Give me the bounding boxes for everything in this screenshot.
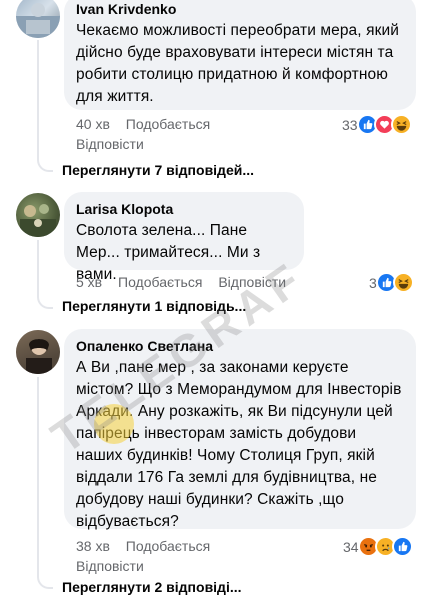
comment-actions: 38 хв Подобається xyxy=(76,537,222,555)
thread-line xyxy=(37,40,39,158)
avatar[interactable] xyxy=(16,0,60,38)
avatar-photo-icon xyxy=(20,204,56,237)
comment-bubble: Larisa Klopota Сволота зелена... Пане Ме… xyxy=(64,192,304,283)
like-button[interactable]: Подобається xyxy=(126,538,210,554)
thread-line xyxy=(37,377,39,575)
comment-actions: 40 хв Подобається xyxy=(76,115,222,133)
view-replies-link[interactable]: Переглянути 2 відповіді... xyxy=(62,579,242,595)
thread-curve xyxy=(37,295,53,309)
reaction-summary[interactable]: 33 xyxy=(342,114,412,135)
thread-curve xyxy=(37,158,53,172)
reply-button[interactable]: Відповісти xyxy=(76,557,144,575)
comment-time[interactable]: 40 хв xyxy=(76,116,110,132)
reaction-summary[interactable]: 34 xyxy=(343,536,413,557)
avatar[interactable] xyxy=(16,330,60,374)
comment-author[interactable]: Ivan Krivdenko xyxy=(76,0,404,18)
avatar-photo-icon xyxy=(16,330,60,374)
reaction-count: 34 xyxy=(343,538,359,555)
avatar-photo-icon xyxy=(16,3,60,38)
thread-curve xyxy=(37,575,53,589)
like-icon xyxy=(391,536,413,557)
comment-bubble: Ivan Krivdenko Чекаємо можливості переоб… xyxy=(64,0,416,110)
reply-button[interactable]: Відповісти xyxy=(76,135,144,153)
haha-icon xyxy=(392,272,414,293)
like-button[interactable]: Подобається xyxy=(126,116,210,132)
like-button[interactable]: Подобається xyxy=(118,274,202,290)
thread-line xyxy=(37,240,39,295)
reaction-count: 33 xyxy=(342,116,358,133)
comment-author[interactable]: Larisa Klopota xyxy=(76,200,292,218)
reaction-summary[interactable]: 3 xyxy=(369,272,414,293)
haha-icon xyxy=(390,114,412,135)
comment-time[interactable]: 5 хв xyxy=(76,274,102,290)
view-replies-link[interactable]: Переглянути 7 відповідей... xyxy=(62,162,254,178)
comment-time[interactable]: 38 хв xyxy=(76,538,110,554)
avatar[interactable] xyxy=(16,193,60,237)
comment-text: Чекаємо можливості переобрати мера, який… xyxy=(76,22,399,105)
